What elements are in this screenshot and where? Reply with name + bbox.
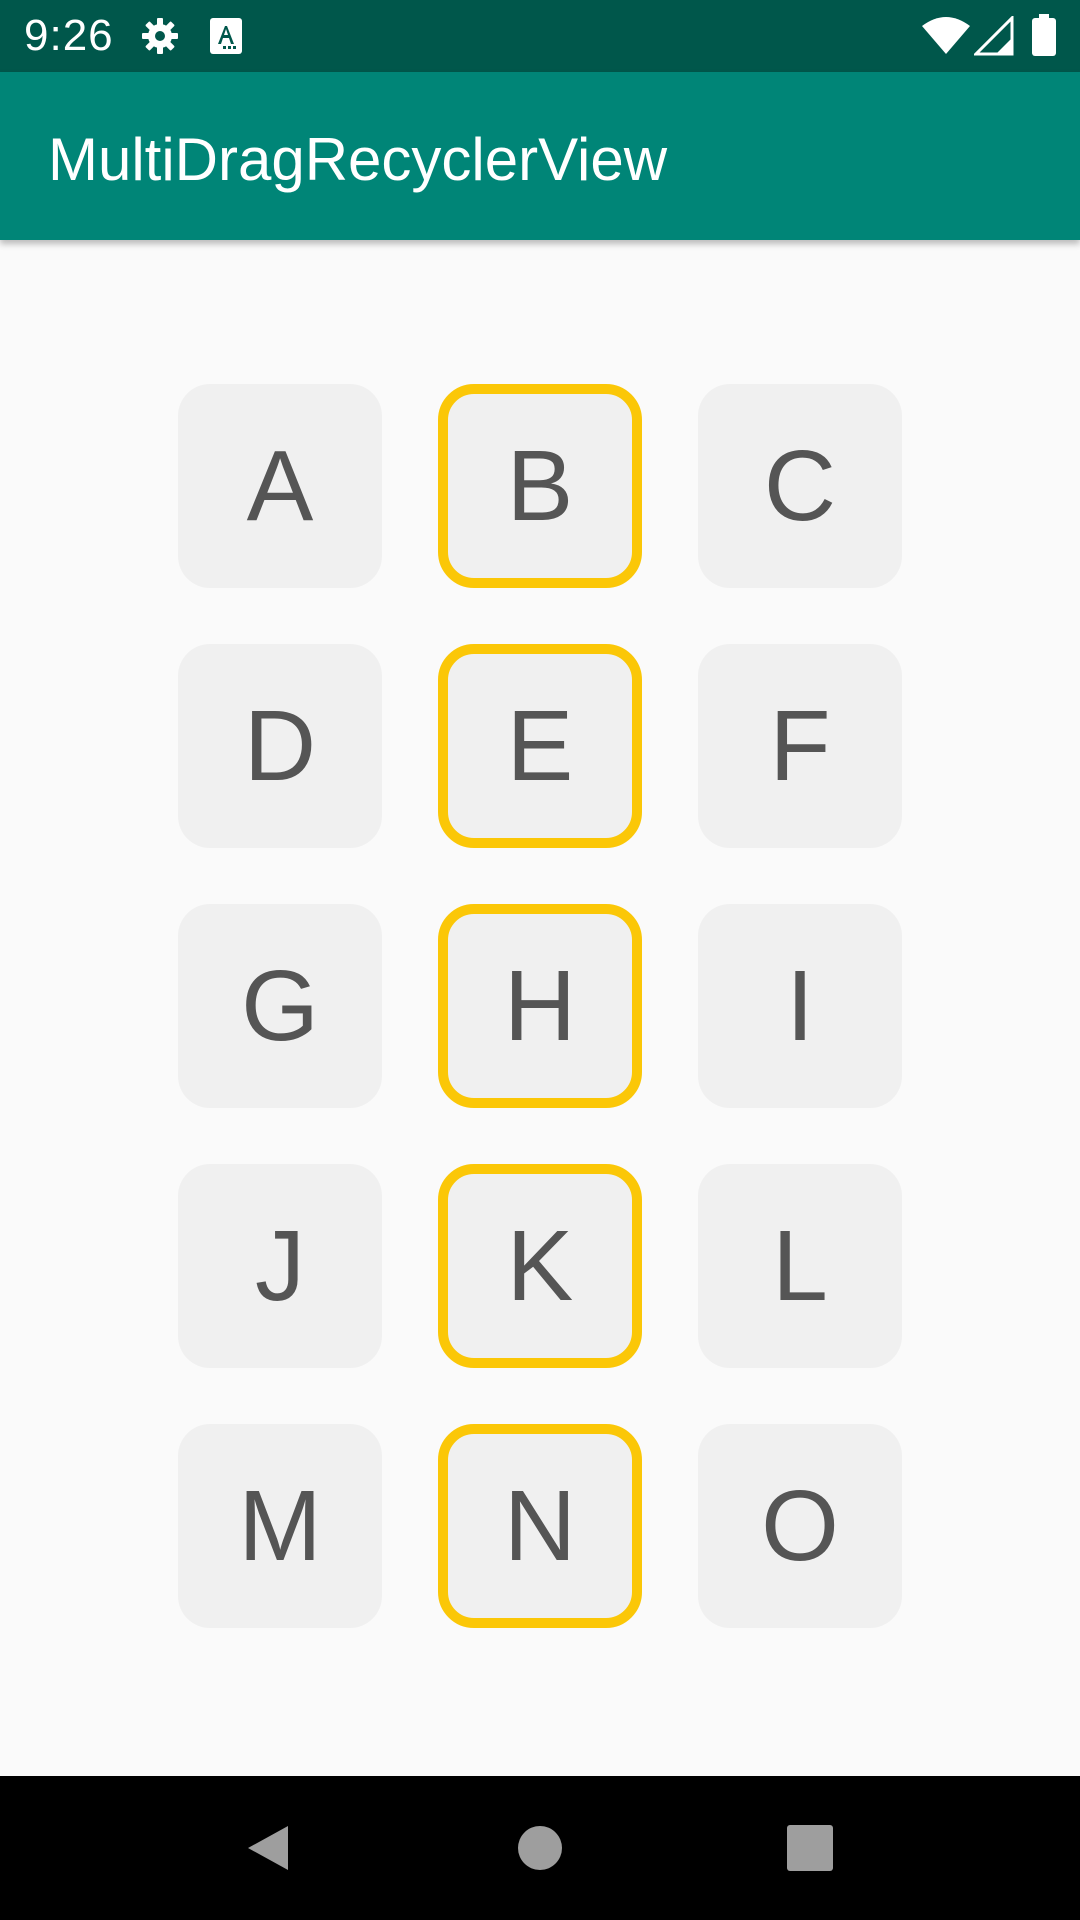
back-button[interactable]: [222, 1802, 314, 1894]
tile-label: L: [772, 1210, 828, 1322]
tile-label: H: [503, 950, 577, 1062]
status-time: 9:26: [24, 11, 114, 60]
tile-label: O: [761, 1470, 839, 1582]
letter-tile-c[interactable]: C: [698, 384, 902, 588]
tile-label: G: [241, 950, 319, 1062]
tile-label: A: [246, 430, 314, 542]
letter-tile-k[interactable]: K: [438, 1164, 642, 1368]
letter-tile-f[interactable]: F: [698, 644, 902, 848]
app-bar: MultiDragRecyclerView: [0, 72, 1080, 240]
app-title: MultiDragRecyclerView: [48, 126, 668, 193]
letter-tile-m[interactable]: M: [178, 1424, 382, 1628]
home-button[interactable]: [494, 1802, 586, 1894]
tile-label: E: [506, 690, 574, 802]
back-icon: [248, 1826, 288, 1870]
wifi-icon: [922, 16, 970, 61]
status-bar: 9:26: [0, 0, 1080, 72]
navigation-bar: [0, 1776, 1080, 1920]
letter-tile-n[interactable]: N: [438, 1424, 642, 1628]
letter-tile-l[interactable]: L: [698, 1164, 902, 1368]
tile-label: F: [769, 690, 831, 802]
letter-tile-a[interactable]: A: [178, 384, 382, 588]
home-icon: [518, 1826, 562, 1870]
text-accessibility-icon: [210, 18, 242, 59]
letter-tile-j[interactable]: J: [178, 1164, 382, 1368]
tile-label: N: [503, 1470, 577, 1582]
tile-label: B: [506, 430, 574, 542]
tile-label: D: [243, 690, 317, 802]
letter-grid: A B C D E F G H I J K L M N O: [178, 384, 904, 1628]
tile-label: C: [763, 430, 837, 542]
gear-icon: [140, 16, 180, 61]
letter-tile-h[interactable]: H: [438, 904, 642, 1108]
tile-label: K: [506, 1210, 574, 1322]
letter-tile-g[interactable]: G: [178, 904, 382, 1108]
cellular-signal-icon: [972, 14, 1014, 61]
letter-tile-b[interactable]: B: [438, 384, 642, 588]
recents-button[interactable]: [764, 1802, 856, 1894]
battery-icon: [1032, 14, 1056, 61]
letter-tile-i[interactable]: I: [698, 904, 902, 1108]
letter-tile-d[interactable]: D: [178, 644, 382, 848]
letter-tile-e[interactable]: E: [438, 644, 642, 848]
tile-label: M: [238, 1470, 322, 1582]
tile-label: I: [786, 950, 814, 1062]
tile-label: J: [255, 1210, 305, 1322]
recents-icon: [787, 1825, 833, 1871]
letter-tile-o[interactable]: O: [698, 1424, 902, 1628]
